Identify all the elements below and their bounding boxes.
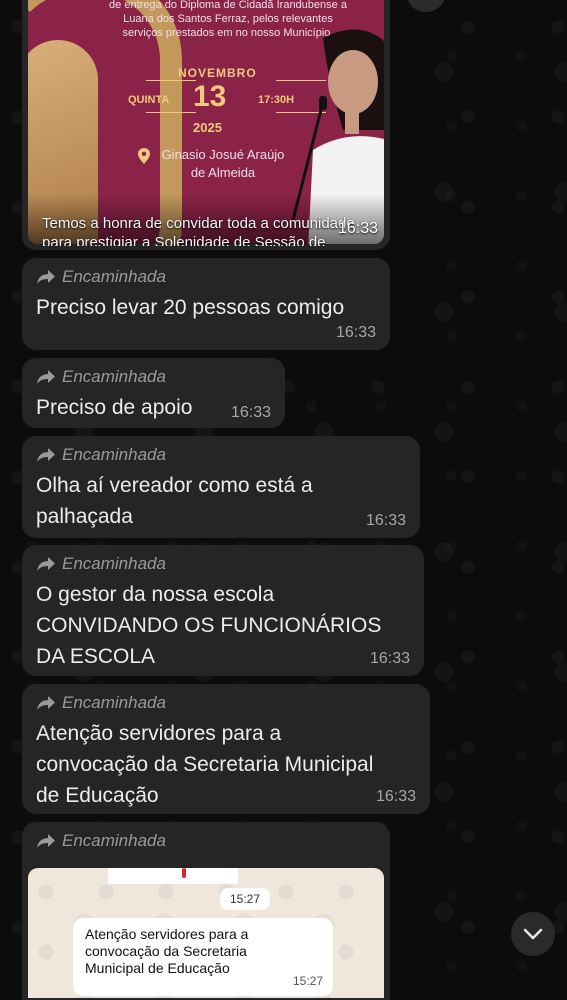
image-message[interactable]: de entrega do Diploma de Cidadã Irandube…: [22, 0, 390, 250]
message-time: 16:33: [337, 220, 378, 237]
forward-arrow-icon: [37, 834, 55, 848]
message-text: O gestor da nossa escola CONVIDANDO OS F…: [36, 583, 382, 668]
forwarded-label: Encaminhada: [36, 267, 166, 287]
chevron-down-icon: [523, 928, 543, 940]
forward-arrow-icon: [37, 448, 55, 462]
message-time: 16:33: [369, 650, 410, 667]
scroll-to-bottom-button[interactable]: [511, 912, 555, 956]
screenshot-message: Atenção servidores para a convocação da …: [73, 918, 333, 996]
message-bubble[interactable]: Encaminhada Preciso de apoio 16:33: [22, 358, 285, 428]
invitation-image[interactable]: de entrega do Diploma de Cidadã Irandube…: [28, 0, 384, 244]
message-bubble[interactable]: Encaminhada O gestor da nossa escola CON…: [22, 545, 424, 676]
divider: [146, 80, 196, 81]
screenshot-time-pill: 15:27: [220, 888, 271, 910]
message-bubble[interactable]: Encaminhada 15:27 Atenção servidores par…: [22, 822, 390, 1000]
forward-arrow-icon: [37, 370, 55, 384]
forwarded-label: Encaminhada: [36, 367, 166, 387]
invite-day: 13: [193, 80, 227, 113]
message-text: Atenção servidores para a convocação da …: [36, 722, 374, 807]
forwarded-text: Encaminhada: [62, 831, 166, 850]
screenshot-top-image: [108, 868, 238, 884]
message-time: 16:33: [230, 404, 271, 421]
forwarded-text: Encaminhada: [62, 445, 166, 464]
forwarded-label: Encaminhada: [36, 831, 166, 851]
message-text: Preciso levar 20 pessoas comigo: [36, 296, 345, 319]
image-caption: Temos a honra de convidar toda a comunid…: [42, 215, 355, 246]
invite-place: Ginasio Josué Araújo de Almeida: [161, 147, 285, 180]
forwarded-text: Encaminhada: [62, 267, 166, 286]
forwarded-label: Encaminhada: [36, 445, 166, 465]
forwarded-label: Encaminhada: [36, 554, 166, 574]
message-time: 16:33: [365, 512, 406, 529]
forwarded-label: Encaminhada: [36, 693, 166, 713]
decoration: [182, 868, 186, 878]
forwarded-text: Encaminhada: [62, 693, 166, 712]
forward-arrow-icon: [37, 270, 55, 284]
screenshot-image[interactable]: 15:27 Atenção servidores para a convocaç…: [28, 868, 384, 998]
invite-weekday: QUINTA: [128, 94, 170, 106]
invite-month: NOVEMBRO: [178, 66, 257, 80]
message-bubble[interactable]: Encaminhada Atenção servidores para a co…: [22, 684, 430, 814]
divider: [146, 112, 196, 113]
forward-arrow-icon: [37, 557, 55, 571]
forwarded-text: Encaminhada: [62, 554, 166, 573]
message-time: 16:33: [335, 324, 376, 341]
message-bubble[interactable]: Encaminhada Olha aí vereador como está a…: [22, 436, 420, 538]
forwarded-text: Encaminhada: [62, 367, 166, 386]
message-time: 16:33: [375, 788, 416, 805]
message-text: Olha aí vereador como está a palhaçada: [36, 474, 313, 528]
screenshot-message-text: Atenção servidores para a convocação da …: [85, 926, 249, 976]
forward-arrow-icon: [37, 696, 55, 710]
screenshot-message-time: 15:27: [292, 974, 323, 988]
invite-year: 2025: [193, 120, 222, 135]
message-bubble[interactable]: Encaminhada Preciso levar 20 pessoas com…: [22, 258, 390, 350]
message-text: Preciso de apoio: [36, 396, 193, 419]
